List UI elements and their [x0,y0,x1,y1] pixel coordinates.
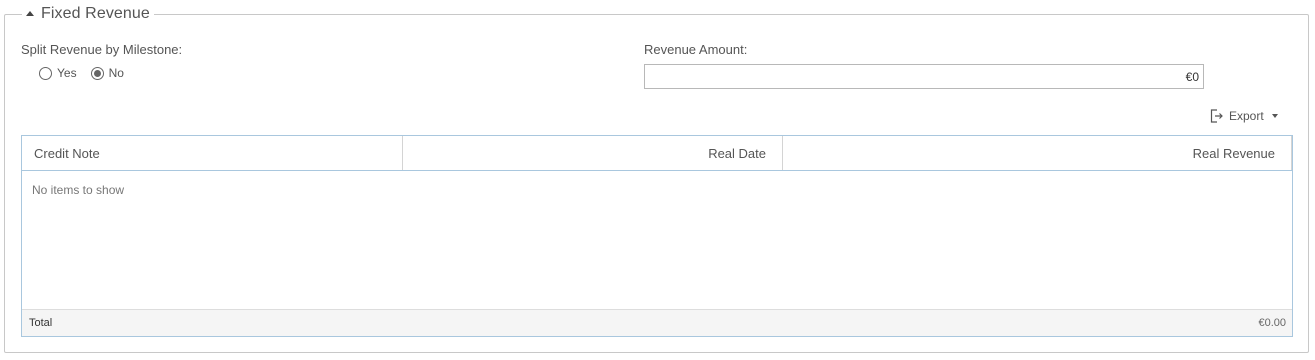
section-title: Fixed Revenue [41,5,150,22]
footer-total-label: Total [29,317,53,329]
radio-yes[interactable] [39,66,52,80]
radio-no[interactable] [90,66,104,80]
revenue-amount-label: Revenue Amount: [644,42,748,57]
export-icon [1210,109,1223,123]
radio-yes-label[interactable]: Yes [57,66,77,80]
radio-no-label[interactable]: No [109,66,124,80]
column-header-real-date[interactable]: Real Date [403,136,783,170]
empty-grid-message: No items to show [32,183,125,197]
export-button[interactable]: Export [1210,109,1278,123]
split-milestone-label: Split Revenue by Milestone: [21,42,183,57]
revenue-amount-input[interactable] [644,64,1204,89]
grid-header: Credit Note Real Date Real Revenue [22,136,1292,171]
section-legend[interactable]: Fixed Revenue [22,3,154,25]
export-label: Export [1229,109,1264,123]
revenue-grid: Credit Note Real Date Real Revenue No it… [21,135,1293,337]
export-dropdown-caret-icon [1271,114,1278,118]
split-milestone-radio-group: Yes No [39,66,138,80]
column-header-real-revenue[interactable]: Real Revenue [783,136,1292,170]
grid-footer: Total €0.00 [22,309,1292,336]
footer-total-value: €0.00 [1258,317,1286,329]
collapse-caret-icon[interactable] [26,10,34,16]
column-header-credit-note[interactable]: Credit Note [22,136,403,170]
